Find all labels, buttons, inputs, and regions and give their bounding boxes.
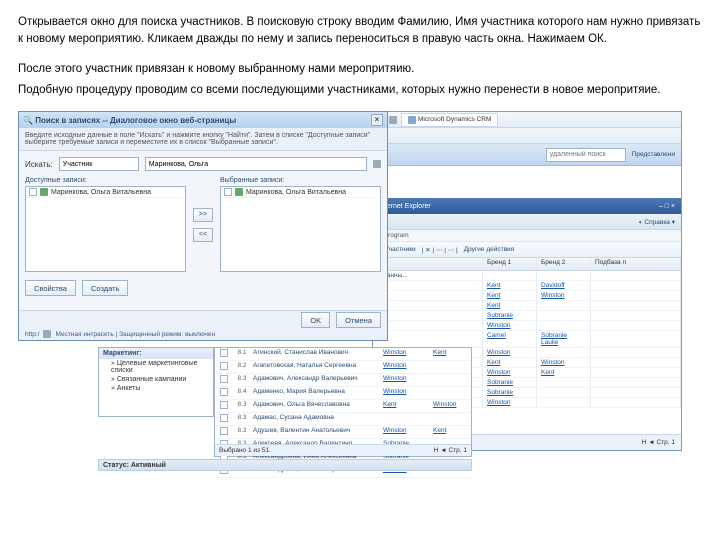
column-header[interactable]: Бренд 2	[537, 258, 591, 270]
panel-header: Маркетинг:	[99, 348, 213, 359]
person-icon	[235, 188, 243, 196]
entity-select[interactable]	[59, 157, 139, 171]
add-button[interactable]: >>	[193, 208, 213, 222]
table-row[interactable]: 8.3Адамович, Александр ВалерьевичWinston	[215, 374, 471, 387]
marketing-panel: Маркетинг: » Целевые маркетинговые списк…	[98, 347, 214, 417]
tree-item[interactable]: » Связанные кампании	[99, 375, 213, 384]
selected-list[interactable]: Маринкова, Ольга Витальевна	[220, 186, 381, 272]
search-dialog: 🔍 Поиск в записях -- Диалоговое окно веб…	[18, 111, 388, 341]
list-item[interactable]: Маринкова, Ольга Витальевна	[26, 187, 185, 198]
presentation-link[interactable]: Представлени	[632, 151, 675, 158]
column-header[interactable]: Подбаза п	[591, 258, 681, 270]
table-row[interactable]: 8.3Адушев, Валентин АнатольевичWinstonKe…	[215, 426, 471, 439]
status-text: Местная интрасеть | Защищенный режим: вы…	[55, 331, 215, 338]
help-link[interactable]: ◐ Справка ▾	[639, 218, 675, 226]
search-input[interactable]	[145, 157, 367, 171]
quick-search-input[interactable]	[546, 148, 626, 162]
table-row[interactable]: 8.3Адамас, Сусана Адамовна	[215, 413, 471, 426]
table-row[interactable]: Winston	[373, 321, 681, 331]
table-row[interactable]: 8.3Адамович, Ольга ВячеславовнаKentWinst…	[215, 400, 471, 413]
participants-table: 8.1Атинский, Станислав ИвановичWinstonKe…	[214, 347, 472, 457]
program-label: a program	[373, 230, 681, 242]
person-icon	[40, 188, 48, 196]
protocol-label: http:/	[25, 331, 39, 338]
dialog-title: 🔍 Поиск в записях -- Диалоговое окно веб…	[23, 116, 236, 125]
paging-label: Н ◄ Стр. 1	[642, 439, 675, 446]
close-icon[interactable]: ×	[371, 114, 383, 126]
browser-tab[interactable]: Microsoft Dynamics CRM	[401, 113, 498, 127]
search-icon[interactable]	[373, 160, 381, 168]
zone-icon	[43, 330, 51, 338]
remove-button[interactable]: <<	[193, 228, 213, 242]
table-row[interactable]: 8.4Адаменко, Мария ВалерьевнаWinston	[215, 387, 471, 400]
table-row[interactable]: Sobranie	[373, 311, 681, 321]
table-row[interactable]: 8.1Атинский, Станислав ИвановичWinstonKe…	[215, 348, 471, 361]
cancel-button[interactable]: Отмена	[336, 312, 381, 328]
toolbar-more-actions[interactable]: Другие действия	[464, 246, 515, 253]
dialog-hint: Введите исходные данные в поле "Искать" …	[19, 128, 387, 151]
instruction-paragraph: После этого участник привязан к новому в…	[18, 61, 702, 78]
screenshot-area: Microsoft Dynamics CRM Представлени Inte…	[18, 111, 702, 471]
tree-item[interactable]: » Анкеты	[99, 384, 213, 393]
table-row[interactable]: KentDavidoff	[373, 281, 681, 291]
crm-icon	[408, 116, 416, 124]
create-button[interactable]: Создать	[82, 280, 129, 296]
table-row[interactable]: KentWinston	[373, 291, 681, 301]
ok-button[interactable]: OK	[301, 312, 330, 328]
list-item[interactable]: Маринкова, Ольга Витальевна	[221, 187, 380, 198]
selected-label: Выбранные записи:	[220, 177, 381, 184]
status-bar: Статус: Активный	[98, 459, 472, 471]
search-label: Искать:	[25, 160, 53, 169]
available-label: Доступные записи:	[25, 177, 186, 184]
selection-count: Выбрано 1 из 51.	[219, 447, 271, 454]
table-row[interactable]: 8.2Агапетовская, Наталья СергеевнаWinsto…	[215, 361, 471, 374]
column-header[interactable]: Бренд 1	[483, 258, 537, 270]
paging-label: Н ◄ Стр. 1	[434, 447, 467, 454]
instruction-paragraph: Подобную процедуру проводим со всеми пос…	[18, 82, 702, 99]
window-controls[interactable]: – □ ×	[659, 203, 675, 210]
available-list[interactable]: Маринкова, Ольга Витальевна	[25, 186, 186, 272]
properties-button[interactable]: Свойства	[25, 280, 76, 296]
tree-item[interactable]: » Целевые маркетинговые списки	[99, 359, 213, 375]
table-row[interactable]: CamelSobranie Laulie	[373, 331, 681, 348]
table-row[interactable]: странны...	[373, 271, 681, 281]
forward-icon[interactable]	[389, 116, 397, 124]
table-row[interactable]: Kent	[373, 301, 681, 311]
instruction-paragraph: Открывается окно для поиска участников. …	[18, 14, 702, 49]
